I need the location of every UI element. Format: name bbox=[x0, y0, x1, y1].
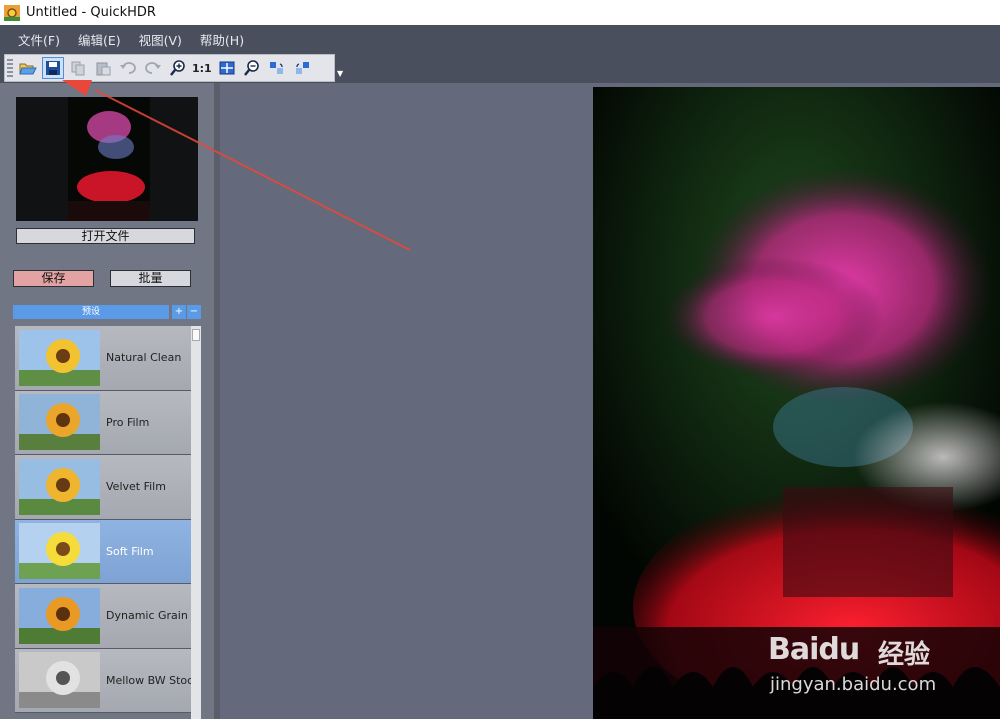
preset-label: Dynamic Grain bbox=[106, 609, 188, 623]
open-file-button[interactable]: 打开文件 bbox=[16, 228, 195, 244]
scrollbar-thumb[interactable] bbox=[192, 329, 200, 341]
menu-edit[interactable]: 编辑(E) bbox=[78, 30, 121, 49]
redo-button[interactable] bbox=[142, 57, 164, 79]
menu-help[interactable]: 帮助(H) bbox=[200, 30, 244, 49]
watermark-url: jingyan.baidu.com bbox=[770, 674, 937, 695]
add-preset-button[interactable]: + bbox=[172, 305, 186, 319]
watermark-brand: Baidu bbox=[768, 632, 860, 667]
sunflower-icon bbox=[19, 458, 100, 515]
save-button-panel[interactable]: 保存 bbox=[13, 270, 94, 287]
redo-icon bbox=[145, 62, 161, 74]
toolbar: 1:1 bbox=[4, 54, 335, 82]
preset-list: Natural Clean Pro Film Velvet Film Soft … bbox=[15, 326, 191, 719]
sunflower-icon bbox=[19, 523, 100, 580]
app-icon bbox=[4, 4, 20, 21]
preset-pro-film[interactable]: Pro Film bbox=[15, 390, 191, 455]
rotate-left-button[interactable] bbox=[266, 57, 288, 79]
undo-icon bbox=[120, 62, 136, 74]
window-title: Untitled - QuickHDR bbox=[26, 5, 156, 20]
preset-label: Natural Clean bbox=[106, 351, 182, 365]
sunflower-icon bbox=[19, 394, 100, 451]
toolbar-row: 1:1 ▼ bbox=[0, 53, 1000, 83]
menu-view[interactable]: 视图(V) bbox=[139, 30, 182, 49]
preset-label: Soft Film bbox=[106, 544, 154, 558]
preset-label: Pro Film bbox=[106, 415, 150, 429]
rotate-right-button[interactable] bbox=[291, 57, 313, 79]
undo-button[interactable] bbox=[117, 57, 139, 79]
sunflower-icon bbox=[19, 587, 100, 644]
preset-label: Mellow BW Stoc bbox=[106, 673, 191, 687]
paste-icon bbox=[96, 62, 111, 76]
paste-button[interactable] bbox=[92, 57, 114, 79]
sunflower-icon bbox=[19, 652, 100, 709]
zoom-in-icon bbox=[170, 60, 185, 76]
preset-velvet-film[interactable]: Velvet Film bbox=[15, 455, 191, 520]
preset-scrollbar[interactable] bbox=[191, 326, 201, 719]
preset-natural-clean[interactable]: Natural Clean bbox=[15, 326, 191, 391]
preset-mellow-bw[interactable]: Mellow BW Stoc bbox=[15, 648, 191, 713]
zoom-in-button[interactable] bbox=[167, 57, 189, 79]
copy-button[interactable] bbox=[67, 57, 89, 79]
presets-header[interactable]: 预设 bbox=[13, 305, 169, 319]
save-icon bbox=[46, 61, 60, 75]
preset-label: Velvet Film bbox=[106, 480, 166, 494]
open-icon bbox=[19, 63, 37, 75]
open-button[interactable] bbox=[17, 57, 39, 79]
rotate-right-icon bbox=[295, 62, 309, 74]
toolbar-grip-icon[interactable] bbox=[7, 59, 13, 77]
menu-file[interactable]: 文件(F) bbox=[18, 30, 60, 49]
watermark-brand-cn: 经验 bbox=[878, 640, 931, 670]
preset-dynamic-grain[interactable]: Dynamic Grain bbox=[15, 584, 191, 649]
sunflower-icon bbox=[19, 329, 100, 386]
copy-icon bbox=[71, 61, 85, 76]
menu-bar: 文件(F) 编辑(E) 视图(V) 帮助(H) bbox=[0, 25, 1000, 53]
fit-window-button[interactable] bbox=[216, 57, 238, 79]
fit-window-icon bbox=[219, 61, 235, 75]
toolbar-overflow-icon[interactable]: ▼ bbox=[337, 69, 343, 78]
preview-thumbnail bbox=[16, 97, 198, 221]
preset-soft-film[interactable]: Soft Film bbox=[15, 519, 191, 584]
remove-preset-button[interactable]: − bbox=[187, 305, 201, 319]
save-button[interactable] bbox=[42, 57, 64, 79]
watermark: Baidu 经验 jingyan.baidu.com bbox=[768, 612, 988, 702]
left-panel: 打开文件 保存 批量 预设 + − Natural Clean Pro Film bbox=[0, 83, 214, 719]
zoom-out-button[interactable] bbox=[241, 57, 263, 79]
rotate-left-icon bbox=[269, 62, 283, 74]
title-bar: Untitled - QuickHDR bbox=[0, 0, 1000, 25]
actual-size-button[interactable]: 1:1 bbox=[192, 62, 212, 75]
batch-button[interactable]: 批量 bbox=[110, 270, 191, 287]
zoom-out-icon bbox=[243, 60, 259, 76]
